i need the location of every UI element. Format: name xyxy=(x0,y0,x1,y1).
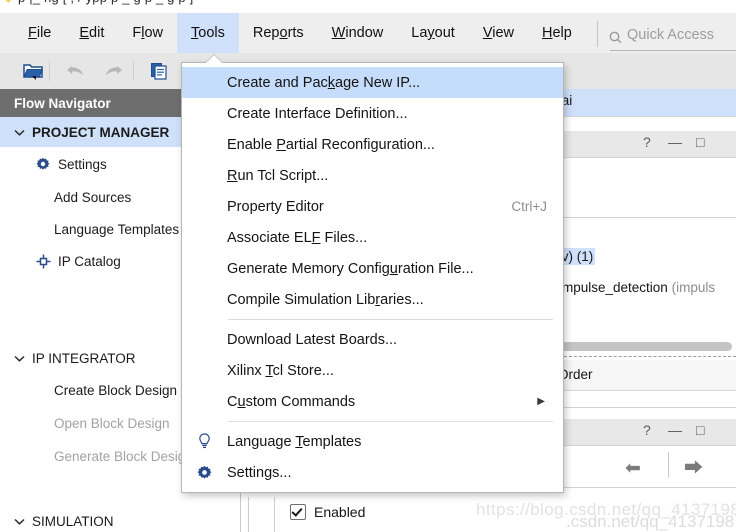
menu-bar: File Edit Flow Tools Reports Window Layo… xyxy=(0,13,736,54)
menuitem-label: Download Latest Boards... xyxy=(227,331,398,348)
sidebar-item-label: Settings xyxy=(58,156,107,172)
menuitem-xilinx-tcl-store[interactable]: Xilinx Tcl Store... xyxy=(182,355,563,386)
menuitem-label: Run Tcl Script... xyxy=(227,167,329,184)
chevron-down-icon xyxy=(6,355,32,362)
menuitem-download-latest-boards[interactable]: Download Latest Boards... xyxy=(182,324,563,355)
menu-layout[interactable]: Layout xyxy=(397,13,469,53)
arrow-left-icon[interactable]: ⬅ xyxy=(625,459,641,478)
menu-file[interactable]: File xyxy=(14,13,65,53)
quick-access-placeholder: Quick Access xyxy=(627,27,715,43)
menuitem-shortcut: Ctrl+J xyxy=(511,199,547,214)
sidebar-item-label: Create Block Design xyxy=(54,382,178,398)
sidebar-section-simulation[interactable]: SIMULATION xyxy=(0,506,240,532)
sidebar-item-label: Add Sources xyxy=(54,189,132,205)
menu-view[interactable]: View xyxy=(469,13,528,53)
window-title: p |_ ng [ , / ypp p _ g p _ g p ] xyxy=(18,0,193,5)
menuitem-compile-simulation-libraries[interactable]: Compile Simulation Libraries... xyxy=(182,284,563,315)
menuitem-label: Associate ELF Files... xyxy=(227,229,368,246)
gear-icon xyxy=(32,157,54,171)
lightbulb-icon xyxy=(182,433,227,450)
copy-document-icon[interactable] xyxy=(146,59,172,83)
arrow-right-icon[interactable]: ⮕ xyxy=(684,459,703,478)
sidebar-section-label: IP INTEGRATOR xyxy=(32,350,136,366)
sources-row-module: (impuls xyxy=(671,280,716,295)
menuitem-settings[interactable]: Settings... xyxy=(182,457,563,488)
quick-access-underline xyxy=(610,50,736,51)
sidebar-item-label: Language Templates xyxy=(54,221,180,237)
menuitem-property-editor[interactable]: Property Editor Ctrl+J xyxy=(182,191,563,222)
sidebar-item-label: Generate Block Design xyxy=(54,448,193,464)
menuitem-enable-partial-reconfiguration[interactable]: Enable Partial Reconfiguration... xyxy=(182,129,563,160)
app-logo-icon xyxy=(2,0,14,3)
menuitem-custom-commands[interactable]: Custom Commands ▶ xyxy=(182,386,563,417)
sources-row-text: impulse_detection (impuls xyxy=(559,280,715,295)
panel-minimize-icon-2[interactable]: — xyxy=(668,422,682,438)
panel-help-icon-2[interactable]: ? xyxy=(643,422,651,438)
menu-edit[interactable]: Edit xyxy=(65,13,118,53)
panel-maximize-icon-2[interactable]: □ xyxy=(696,422,704,438)
sidebar-item-label: Open Block Design xyxy=(54,415,170,431)
toolbar-divider-1 xyxy=(49,61,50,81)
menu-reports[interactable]: Reports xyxy=(239,13,318,53)
menuitem-label: Xilinx Tcl Store... xyxy=(227,362,334,379)
open-project-icon[interactable] xyxy=(20,59,46,83)
menu-flow[interactable]: Flow xyxy=(118,13,177,53)
menu-tools[interactable]: Tools xyxy=(177,13,239,53)
quick-access-search[interactable]: Quick Access xyxy=(608,24,736,52)
chevron-down-icon xyxy=(6,129,32,136)
menuitem-label: Custom Commands xyxy=(227,393,356,410)
enabled-checkbox-label: Enabled xyxy=(314,504,366,520)
menuitem-label: Language Templates xyxy=(227,433,362,450)
menubar-divider xyxy=(597,21,598,47)
menuitem-label: Enable Partial Reconfiguration... xyxy=(227,136,435,153)
menu-separator-2 xyxy=(228,421,553,422)
panel-maximize-icon[interactable]: □ xyxy=(696,134,704,150)
properties-divider-2 xyxy=(274,497,275,532)
sidebar-section-label: PROJECT MANAGER xyxy=(32,124,170,140)
menuitem-language-templates[interactable]: Language Templates xyxy=(182,426,563,457)
chevron-down-icon xyxy=(6,518,32,525)
menuitem-label: Generate Memory Configuration File... xyxy=(227,260,474,277)
redo-icon[interactable] xyxy=(101,59,127,83)
sidebar-section-label: SIMULATION xyxy=(32,513,114,529)
menuitem-label: Create and Package New IP... xyxy=(227,74,421,91)
panel-help-icon[interactable]: ? xyxy=(643,134,651,150)
menuitem-create-and-package-new-ip[interactable]: Create and Package New IP... xyxy=(182,67,563,98)
menu-bar-items: File Edit Flow Tools Reports Window Layo… xyxy=(0,13,586,53)
menu-help[interactable]: Help xyxy=(528,13,586,53)
enabled-checkbox[interactable] xyxy=(290,504,306,520)
menuitem-associate-elf-files[interactable]: Associate ELF Files... xyxy=(182,222,563,253)
menuitem-label: Create Interface Definition... xyxy=(227,105,408,122)
menuitem-generate-memory-configuration-file[interactable]: Generate Memory Configuration File... xyxy=(182,253,563,284)
menu-separator-1 xyxy=(228,319,553,320)
horizontal-scrollbar-thumb[interactable] xyxy=(550,342,732,351)
menu-window[interactable]: Window xyxy=(318,13,398,53)
window-titlebar: p |_ ng [ , / ypp p _ g p _ g p ] xyxy=(0,0,736,13)
vivado-window: p |_ ng [ , / ypp p _ g p _ g p ] File E… xyxy=(0,0,736,532)
search-icon xyxy=(608,30,624,46)
nav-divider xyxy=(668,452,669,478)
menuitem-create-interface-definition[interactable]: Create Interface Definition... xyxy=(182,98,563,129)
dropdown-pointer xyxy=(206,55,222,63)
enabled-checkbox-row[interactable]: Enabled xyxy=(290,504,365,520)
properties-divider-1 xyxy=(248,497,249,532)
menuitem-run-tcl-script[interactable]: Run Tcl Script... xyxy=(182,160,563,191)
menuitem-label: Settings... xyxy=(227,464,292,481)
menuitem-label: Property Editor xyxy=(227,198,324,215)
panel-dashed-divider xyxy=(554,356,736,357)
sidebar-item-label: IP Catalog xyxy=(58,253,121,269)
tools-dropdown-menu: Create and Package New IP... Create Inte… xyxy=(181,62,564,493)
toolbar-divider-2 xyxy=(133,61,134,81)
menuitem-label: Compile Simulation Libraries... xyxy=(227,291,424,308)
undo-icon[interactable] xyxy=(62,59,88,83)
gear-icon xyxy=(182,465,227,480)
ip-chip-icon xyxy=(32,254,54,269)
chevron-right-icon: ▶ xyxy=(537,395,545,407)
sources-row-name: impulse_detection xyxy=(559,280,668,295)
panel-minimize-icon[interactable]: — xyxy=(668,134,682,150)
